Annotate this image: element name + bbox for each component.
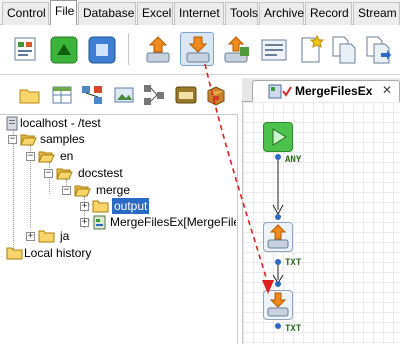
tree-label-ja: ja [60,229,70,243]
new-file-icon[interactable] [292,32,326,66]
file-transfer-icon[interactable] [218,32,252,66]
download-file-icon[interactable] [180,32,214,66]
tree-item-samples[interactable]: − samples [4,131,204,148]
download-file-icon [267,292,289,317]
explorer-toolbar [0,80,240,110]
folder-icon [6,247,23,260]
tab-stream[interactable]: Stream [353,2,400,25]
folder-icon [38,230,55,243]
table-icon[interactable] [50,83,74,107]
tree-item-merge[interactable]: − merge [58,182,208,199]
start-icon[interactable] [46,32,80,66]
tab-control[interactable]: Control [2,2,49,25]
folder-icon [92,200,109,213]
tab-record[interactable]: Record [305,2,352,25]
editor-tab-title: MergeFilesEx [295,84,373,98]
close-icon[interactable]: ✕ [382,83,392,97]
menu-tab-bar: Control File Database Excel Internet Too… [0,0,400,26]
server-icon [6,116,18,131]
upload-file-icon [267,224,289,249]
tree-item-local-history[interactable]: Local history [4,245,204,262]
expand-icon[interactable]: + [80,202,89,211]
tab-database[interactable]: Database [78,2,136,25]
upload-file-icon[interactable] [140,32,174,66]
tree-item-output[interactable]: + output [76,198,236,215]
upload-file-node[interactable] [263,222,293,252]
tree-label-samples: samples [40,132,85,146]
open-folder-icon [56,168,73,180]
tab-archive[interactable]: Archive [259,2,304,25]
tree-item-ja[interactable]: + ja [22,228,172,245]
network-icon[interactable] [80,83,104,107]
project-tree: localhost - /test − samples − en − docst… [0,114,238,344]
tree-item-localhost[interactable]: localhost - /test [4,115,204,132]
process-icon [268,84,292,99]
editor-tab-bar: MergeFilesEx ✕ [242,78,400,103]
tree-label-en: en [60,149,74,163]
collapse-icon[interactable]: − [8,135,17,144]
tree-label-docstest: docstest [78,166,123,180]
open-folder-icon [38,151,55,163]
collapse-icon[interactable]: − [44,169,53,178]
expand-icon[interactable]: + [26,232,35,241]
box-icon[interactable] [204,83,228,107]
script-icon[interactable] [8,32,42,66]
download-file-node[interactable] [263,290,293,320]
expand-icon[interactable]: + [80,218,89,227]
tree-item-en[interactable]: − en [22,148,202,165]
open-folder-icon [20,134,37,146]
move-file-icon[interactable] [360,32,394,66]
tree-label-root: localhost - /test [20,116,101,130]
collapse-icon[interactable]: − [62,186,71,195]
stop-icon[interactable] [84,32,118,66]
port-label-txt-2: TXT [285,324,302,334]
process-canvas[interactable]: ANY TXT TXT [242,102,400,344]
form-icon[interactable] [256,32,290,66]
port-label-any: ANY [285,155,302,165]
port-label-txt-1: TXT [285,258,302,268]
copy-file-icon[interactable] [326,32,360,66]
tree-label-local-history: Local history [24,246,92,260]
tree-item-docstest[interactable]: − docstest [40,165,210,182]
flow-icon[interactable] [142,83,166,107]
tab-file[interactable]: File [50,0,77,26]
image-icon[interactable] [112,83,136,107]
tree-label-output: output [112,198,150,214]
tree-label-merge: merge [96,183,131,197]
tab-excel[interactable]: Excel [137,2,173,25]
toolbar [0,25,400,75]
excel-icon[interactable] [174,83,198,107]
open-folder-icon [74,185,91,197]
tab-tools[interactable]: Tools [225,2,258,25]
tab-internet[interactable]: Internet [174,2,224,25]
open-folder-icon[interactable] [18,83,42,107]
collapse-icon[interactable]: − [26,152,35,161]
tab-mergefilesex[interactable]: MergeFilesEx ✕ [252,80,400,103]
